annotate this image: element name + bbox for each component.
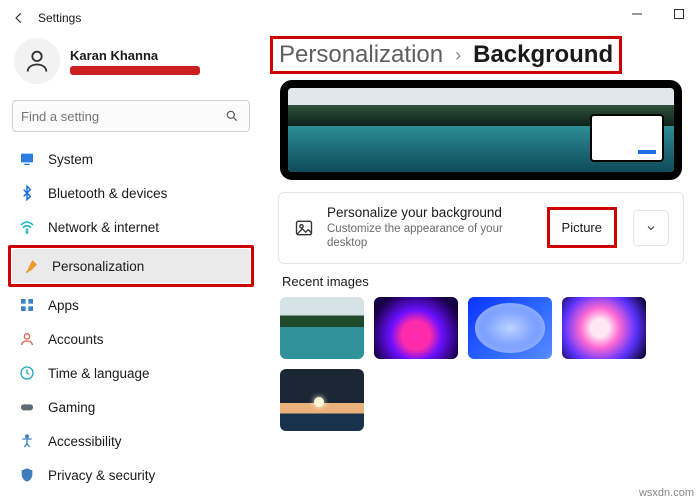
recent-image-thumb[interactable]: [374, 297, 458, 359]
avatar: [14, 38, 60, 84]
system-icon: [18, 150, 36, 168]
recent-image-thumb[interactable]: [562, 297, 646, 359]
gamepad-icon: [18, 398, 36, 416]
sidebar-item-label: Personalization: [52, 259, 144, 274]
wifi-icon: [18, 218, 36, 236]
sidebar: Karan Khanna System Bluetooth & devices …: [0, 36, 262, 503]
sidebar-item-label: System: [48, 152, 93, 167]
sidebar-item-label: Gaming: [48, 400, 95, 415]
background-type-select[interactable]: Picture: [552, 212, 612, 243]
image-icon: [293, 217, 315, 239]
watermark: wsxdn.com: [639, 487, 694, 499]
minimize-button[interactable]: [616, 0, 658, 28]
chevron-right-icon: ›: [455, 45, 461, 66]
search-input[interactable]: [21, 109, 223, 124]
sidebar-item-label: Accounts: [48, 332, 104, 347]
sidebar-item-label: Time & language: [48, 366, 150, 381]
card-title: Personalize your background: [327, 205, 535, 220]
accessibility-icon: [18, 432, 36, 450]
bluetooth-icon: [18, 184, 36, 202]
sidebar-item-label: Bluetooth & devices: [48, 186, 167, 201]
paintbrush-icon: [22, 257, 40, 275]
sidebar-item-label: Privacy & security: [48, 468, 155, 483]
expand-button[interactable]: [633, 210, 669, 246]
sidebar-item-label: Accessibility: [48, 434, 122, 449]
apps-icon: [18, 296, 36, 314]
recent-image-thumb[interactable]: [468, 297, 552, 359]
highlight-breadcrumb: Personalization › Background: [270, 36, 622, 74]
recent-image-thumb[interactable]: [280, 297, 364, 359]
user-account-row[interactable]: Karan Khanna: [8, 36, 254, 94]
preview-window: [590, 114, 664, 162]
sidebar-item-apps[interactable]: Apps: [8, 288, 254, 322]
highlight-personalization: Personalization: [8, 245, 254, 287]
breadcrumb: Personalization › Background: [279, 41, 613, 69]
main-content: Personalization › Background Personalize…: [262, 36, 700, 503]
sidebar-item-accessibility[interactable]: Accessibility: [8, 424, 254, 458]
sidebar-item-gaming[interactable]: Gaming: [8, 390, 254, 424]
search-icon: [223, 107, 241, 125]
search-box[interactable]: [12, 100, 250, 132]
maximize-button[interactable]: [658, 0, 700, 28]
breadcrumb-current: Background: [473, 41, 613, 69]
sidebar-item-label: Apps: [48, 298, 79, 313]
user-name: Karan Khanna: [70, 48, 200, 63]
app-title: Settings: [38, 11, 81, 25]
sidebar-item-privacy[interactable]: Privacy & security: [8, 458, 254, 492]
breadcrumb-parent[interactable]: Personalization: [279, 41, 443, 69]
sidebar-item-accounts[interactable]: Accounts: [8, 322, 254, 356]
desktop-preview: [280, 80, 682, 180]
sidebar-item-network[interactable]: Network & internet: [8, 210, 254, 244]
user-email-redacted: [70, 66, 200, 75]
personalize-background-card: Personalize your background Customize th…: [278, 192, 684, 264]
highlight-picture: Picture: [547, 207, 617, 248]
sidebar-item-bluetooth[interactable]: Bluetooth & devices: [8, 176, 254, 210]
clock-icon: [18, 364, 36, 382]
recent-images-title: Recent images: [282, 274, 682, 289]
back-button[interactable]: [8, 11, 30, 25]
recent-image-thumb[interactable]: [280, 369, 364, 431]
card-subtitle: Customize the appearance of your desktop: [327, 222, 535, 251]
sidebar-item-time[interactable]: Time & language: [8, 356, 254, 390]
shield-icon: [18, 466, 36, 484]
sidebar-item-personalization[interactable]: Personalization: [12, 249, 250, 283]
sidebar-item-label: Network & internet: [48, 220, 159, 235]
recent-images-section: Recent images: [280, 274, 682, 431]
sidebar-item-system[interactable]: System: [8, 142, 254, 176]
person-icon: [18, 330, 36, 348]
